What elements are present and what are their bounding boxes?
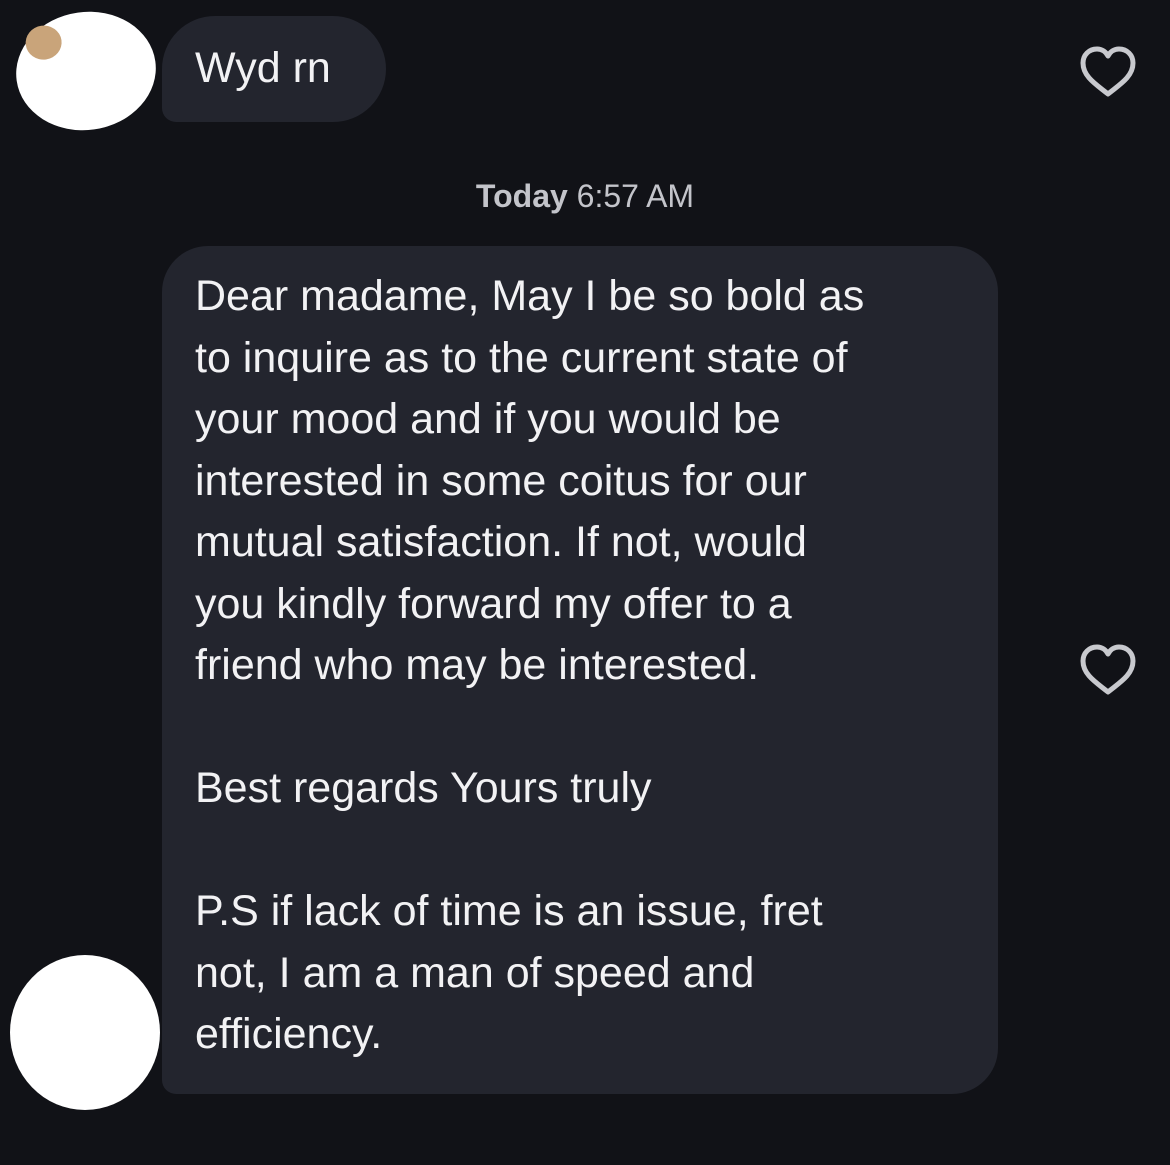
message-bubble[interactable]: Wyd rn bbox=[162, 16, 386, 122]
message-text: Wyd rn bbox=[195, 44, 331, 93]
message-line: to inquire as to the current state of bbox=[195, 333, 848, 382]
message-line: your mood and if you would be bbox=[195, 395, 781, 443]
message-line: Best regards Yours truly bbox=[195, 764, 652, 812]
avatar-edge bbox=[23, 23, 64, 62]
message-line: Dear madame, May I be so bold as bbox=[195, 272, 865, 320]
like-heart-icon[interactable] bbox=[1077, 44, 1139, 100]
message-bubble[interactable]: Dear madame, May I be so bold as to inqu… bbox=[162, 246, 998, 1094]
sender-avatar[interactable] bbox=[10, 955, 160, 1110]
message-line: not, I am a man of speed and bbox=[195, 948, 755, 997]
message-line: friend who may be interested. bbox=[195, 641, 760, 689]
heart-outline-icon bbox=[1080, 644, 1136, 695]
message-line: efficiency. bbox=[195, 1010, 383, 1058]
message-timestamp: Today 6:57 AM bbox=[0, 178, 1170, 215]
like-heart-icon[interactable] bbox=[1077, 642, 1139, 698]
timestamp-day: Today bbox=[475, 178, 568, 214]
message-line: mutual satisfaction. If not, would bbox=[195, 518, 807, 566]
timestamp-time: 6:57 AM bbox=[576, 178, 695, 214]
message-line: interested in some coitus for our bbox=[195, 456, 807, 505]
sender-avatar[interactable] bbox=[8, 2, 164, 140]
message-line: you kindly forward my offer to a bbox=[195, 579, 792, 628]
message-line: P.S if lack of time is an issue, fret bbox=[195, 887, 823, 935]
heart-outline-icon bbox=[1080, 46, 1136, 97]
